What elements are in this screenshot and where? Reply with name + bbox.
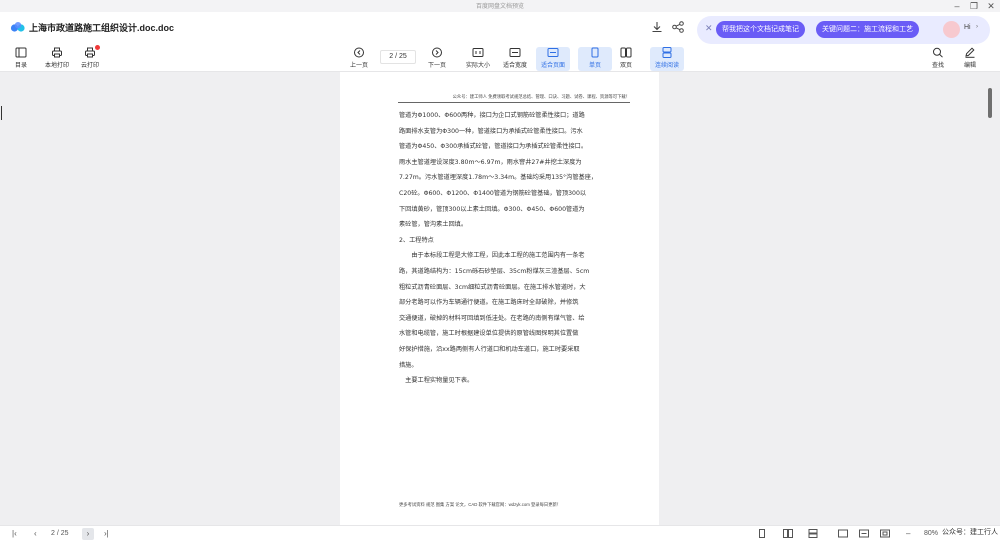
toolbar: 目录 本地打印 云打印 上一页 2 / 25 下一页 实际大小 适合宽度 适合页…	[0, 44, 1000, 72]
body-line: 素砼管，管沟素土回填。	[399, 221, 468, 229]
cloud-print-label: 云打印	[80, 63, 99, 69]
actual-size-icon	[472, 48, 484, 57]
actual-size-small-icon[interactable]	[838, 529, 848, 538]
document-page[interactable]: 公众号：建工师人 免费领取考试规范总结、管理、口诀、习题、试卷、课程、资源等可下…	[340, 72, 659, 525]
prev-page-button[interactable]: 上一页	[342, 47, 376, 71]
fit-width-icon	[509, 48, 521, 57]
body-line: 7.27m。污水管道埋深度1.78m～3.34m。基础均采用135°沟管基座，	[399, 174, 598, 182]
continuous-read-button[interactable]: 连续阅读	[650, 47, 684, 71]
search-icon	[933, 47, 943, 58]
local-print-label: 本地打印	[44, 63, 69, 69]
ai-assistant-panel: ✕ 帮我把这个文档记成笔记 关键问题二：施工流程和工艺 Hi ›	[697, 16, 990, 44]
single-page-view-icon[interactable]	[757, 529, 767, 538]
single-page-icon	[591, 47, 599, 58]
body-line: 部分老路可以作为车辆通行便道。在施工路床时全部破除，并修筑	[399, 299, 579, 307]
body-line: 主要工程实物量见下表。	[399, 377, 474, 385]
header: 上海市政道路施工组织设计.doc.doc ✕ 帮我把这个文档记成笔记 关键问题二…	[0, 12, 1000, 44]
cloud-print-badge	[95, 45, 100, 50]
toc-icon	[15, 47, 27, 58]
close-window-icon[interactable]: ✕	[985, 0, 997, 12]
double-page-button[interactable]: 双页	[609, 47, 643, 71]
actual-size-label: 实际大小	[465, 63, 490, 69]
body-line: 管道为Φ450、Φ300承插式砼管，管道接口为承插式砼管柔性接口。	[399, 143, 588, 151]
page-body: 管道为Φ1000、Φ600两种，接口为企口式钢筋砼管柔性接口；道路 路面排水支管…	[399, 108, 631, 389]
cloud-print-icon	[85, 47, 95, 58]
toc-button[interactable]: 目录	[4, 47, 38, 71]
text-cursor	[1, 106, 2, 120]
ai-suggestion-key-question[interactable]: 关键问题二：施工流程和工艺	[816, 21, 919, 38]
printer-icon	[52, 47, 62, 58]
ai-suggestion-note[interactable]: 帮我把这个文档记成笔记	[716, 21, 805, 38]
restore-icon[interactable]: ❐	[968, 0, 980, 12]
bottom-bar: |‹ ‹ 2 / 25 › ›| – 80%	[0, 525, 1000, 541]
baidu-netdisk-logo-icon	[10, 22, 25, 32]
body-line: 下回填黄砂，管顶300以上素土回填。Φ300、Φ450、Φ600管道为	[399, 205, 585, 213]
body-line: C20砼。Φ600、Φ1200、Φ1400管道为钢筋砼管基础，管顶300以	[399, 189, 587, 197]
download-icon[interactable]	[650, 20, 664, 34]
local-print-button[interactable]: 本地打印	[40, 47, 74, 71]
edit-label: 编辑	[963, 63, 976, 69]
share-icon[interactable]	[671, 20, 685, 34]
fit-page-label: 适合页面	[540, 63, 565, 69]
edit-icon	[965, 47, 975, 58]
last-page-icon[interactable]: ›|	[104, 528, 109, 540]
single-page-button[interactable]: 单页	[578, 47, 612, 71]
next-page-small-icon[interactable]: ›	[82, 528, 94, 540]
body-line: 路，其道路结构为：15cm砾石砂垫层、35cm粉煤灰三渣基层、5cm	[399, 267, 590, 275]
body-line: 管道为Φ1000、Φ600两种，接口为企口式钢筋砼管柔性接口；道路	[399, 112, 585, 119]
fit-page-icon	[547, 48, 559, 57]
next-page-button[interactable]: 下一页	[420, 47, 454, 71]
body-line: 路面排水支管为Φ300一种，管道接口为承插式砼管柔性接口。污水	[399, 127, 583, 135]
ai-panel-close-icon[interactable]: ✕	[705, 23, 713, 34]
ai-avatar[interactable]	[943, 21, 960, 38]
body-line: 好保护措施，沿xx路两侧有人行道口和机动车道口，施工时要采取	[399, 345, 580, 353]
edit-button[interactable]: 编辑	[953, 47, 987, 71]
body-line: 措施。	[399, 361, 418, 369]
continuous-view-icon[interactable]	[808, 529, 818, 538]
body-line: 由于本标段工程是大修工程，因此本工程的施工范围内有一条老	[399, 252, 585, 260]
minimize-icon[interactable]: –	[951, 0, 963, 12]
page-header-text: 公众号：建工师人 免费领取考试规范总结、管理、口诀、习题、试卷、课程、资源等可下…	[398, 94, 630, 103]
search-label: 查找	[931, 63, 944, 69]
single-page-label: 单页	[588, 63, 601, 69]
body-line: 水管和电缆管，施工时根据建设单位提供的原管线图探明其位置做	[399, 330, 579, 338]
next-page-icon	[432, 47, 442, 58]
actual-size-button[interactable]: 实际大小	[461, 47, 495, 71]
zoom-out-icon[interactable]: –	[906, 528, 910, 540]
toc-label: 目录	[14, 63, 27, 69]
fit-width-label: 适合宽度	[502, 63, 527, 69]
ai-greeting: Hi	[964, 24, 971, 31]
document-title: 上海市政道路施工组织设计.doc.doc	[29, 23, 175, 33]
page-number-input[interactable]: 2 / 25	[380, 50, 416, 64]
first-page-icon[interactable]: |‹	[12, 528, 17, 540]
chevron-right-icon[interactable]: ›	[976, 24, 978, 30]
double-page-icon	[620, 47, 632, 58]
page-footer-text: 更多考试资料 规范 图集 方案 论文，CAD 软件下载官网：wdzyk.com …	[399, 502, 562, 507]
double-page-view-icon[interactable]	[783, 529, 793, 538]
continuous-read-icon	[662, 47, 672, 58]
cloud-print-button[interactable]: 云打印	[73, 47, 107, 71]
window-title-bar: 百度网盘文档预览 – ❐ ✕	[0, 0, 1000, 12]
prev-page-icon	[354, 47, 364, 58]
continuous-read-label: 连续阅读	[654, 63, 679, 69]
body-line: 雨水主管道埋设深度3.80m～6.97m，雨水窨井27#井挖土深度为	[399, 158, 582, 166]
vertical-scrollbar[interactable]	[988, 88, 992, 118]
prev-page-label: 上一页	[349, 63, 368, 69]
section-heading: 2、工程特点	[399, 236, 434, 244]
document-viewer[interactable]: 公众号：建工师人 免费领取考试规范总结、管理、口诀、习题、试卷、课程、资源等可下…	[0, 72, 1000, 525]
next-page-label: 下一页	[427, 63, 446, 69]
zoom-level[interactable]: 80%	[924, 528, 938, 540]
bottom-page-indicator[interactable]: 2 / 25	[51, 528, 69, 540]
body-line: 粗粒式沥青砼面层、3cm细粒式沥青砼面层。在施工排水管道时，大	[399, 283, 586, 291]
watermark-text: 公众号：建工行人	[942, 529, 998, 536]
fit-page-small-icon[interactable]	[880, 529, 890, 538]
double-page-label: 双页	[619, 63, 632, 69]
window-title: 百度网盘文档预览	[475, 4, 524, 10]
fit-page-button[interactable]: 适合页面	[536, 47, 570, 71]
body-line: 交通便道，破掉的材料可回填到低洼处。在老路的南侧有煤气管、给	[399, 314, 585, 322]
fit-width-small-icon[interactable]	[859, 529, 869, 538]
search-button[interactable]: 查找	[921, 47, 955, 71]
prev-page-small-icon[interactable]: ‹	[34, 528, 37, 540]
fit-width-button[interactable]: 适合宽度	[498, 47, 532, 71]
